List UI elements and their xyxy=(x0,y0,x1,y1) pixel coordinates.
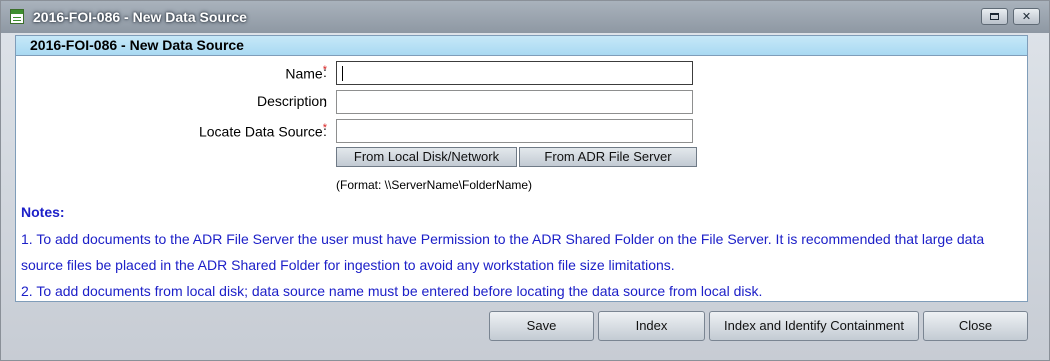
title-bar[interactable]: 2016-FOI-086 - New Data Source ✕ xyxy=(1,1,1049,33)
name-colon: : xyxy=(323,64,327,80)
window-title: 2016-FOI-086 - New Data Source xyxy=(33,9,247,25)
maximize-icon xyxy=(990,13,999,20)
form-panel: 2016-FOI-086 - New Data Source Name* : D… xyxy=(15,35,1028,302)
index-identify-containment-button[interactable]: Index and Identify Containment xyxy=(709,311,919,341)
description-colon: : xyxy=(323,94,327,110)
format-hint: (Format: \\ServerName\FolderName) xyxy=(336,178,533,192)
close-button[interactable]: Close xyxy=(923,311,1028,341)
index-button[interactable]: Index xyxy=(598,311,705,341)
form-icon xyxy=(10,9,24,24)
from-local-disk-button[interactable]: From Local Disk/Network xyxy=(336,147,517,167)
close-window-button[interactable]: ✕ xyxy=(1013,8,1040,25)
name-label: Name* xyxy=(285,64,327,82)
save-button[interactable]: Save xyxy=(489,311,594,341)
from-adr-file-server-button[interactable]: From ADR File Server xyxy=(519,147,697,167)
maximize-button[interactable] xyxy=(981,8,1008,25)
locate-data-source-label: Locate Data Source* xyxy=(198,122,327,140)
name-input[interactable] xyxy=(336,61,693,85)
locate-colon: : xyxy=(323,123,327,139)
description-input[interactable] xyxy=(336,90,693,114)
text-cursor xyxy=(342,66,343,81)
panel-title: 2016-FOI-086 - New Data Source xyxy=(16,36,1027,56)
notes-title: Notes: xyxy=(21,204,65,220)
note-item: 1. To add documents to the ADR File Serv… xyxy=(21,231,985,273)
locate-data-source-input[interactable] xyxy=(336,119,693,143)
dialog-window: 2016-FOI-086 - New Data Source ✕ 2016-FO… xyxy=(0,0,1050,361)
description-label: Description xyxy=(256,93,327,109)
note-item: 2. To add documents from local disk; dat… xyxy=(21,283,763,299)
close-icon: ✕ xyxy=(1021,11,1032,23)
